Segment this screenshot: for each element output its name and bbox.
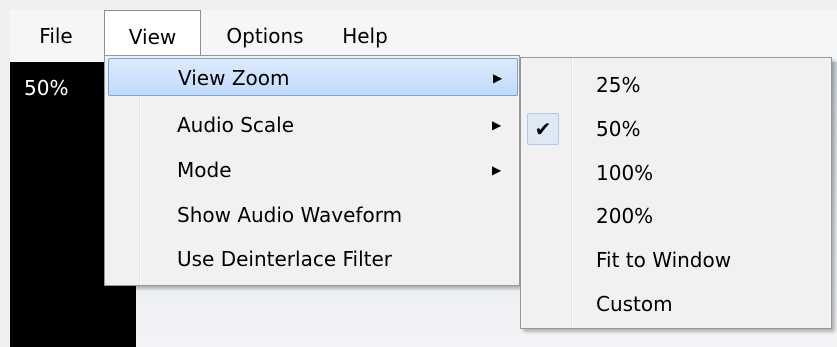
view-menu-item-show-audio-waveform[interactable]: Show Audio Waveform [108, 196, 518, 234]
menu-view-label: View [128, 25, 177, 49]
use-deinterlace-filter-label: Use Deinterlace Filter [177, 247, 393, 271]
zoom-option-fit-to-window[interactable]: Fit to Window [524, 241, 829, 279]
view-menu-item-view-zoom[interactable]: View Zoom ▶ [108, 58, 518, 96]
menu-file-label: File [39, 24, 73, 48]
menu-help-label: Help [342, 24, 388, 48]
zoom-option-fit-to-window-label: Fit to Window [596, 248, 732, 272]
zoom-option-25[interactable]: 25% [524, 66, 829, 104]
view-menu: View Zoom ▶ Audio Scale ▶ Mode ▶ Show Au… [104, 55, 520, 286]
zoom-option-100[interactable]: 100% [524, 154, 829, 192]
zoom-option-200[interactable]: 200% [524, 197, 829, 235]
zoom-option-200-label: 200% [596, 204, 654, 228]
mode-label: Mode [177, 158, 232, 182]
menu-options-label: Options [226, 24, 304, 48]
zoom-option-25-label: 25% [596, 73, 641, 97]
menu-file[interactable]: File [28, 10, 84, 62]
zoom-option-100-label: 100% [596, 161, 654, 185]
app-window: File View Options Help 50% View Zoom ▶ A… [0, 0, 837, 347]
zoom-option-custom-label: Custom [596, 292, 673, 316]
view-menu-item-mode[interactable]: Mode ▶ [108, 151, 518, 189]
view-menu-item-audio-scale[interactable]: Audio Scale ▶ [108, 106, 518, 144]
view-menu-item-use-deinterlace-filter[interactable]: Use Deinterlace Filter [108, 240, 518, 278]
show-audio-waveform-label: Show Audio Waveform [177, 203, 403, 227]
audio-scale-label: Audio Scale [177, 113, 295, 137]
view-zoom-label: View Zoom [178, 66, 290, 90]
submenu-arrow-icon: ▶ [492, 163, 502, 177]
view-zoom-submenu: 25% ✔ 50% 100% 200% Fit to Window Custom [520, 57, 832, 329]
zoom-option-50[interactable]: ✔ 50% [524, 110, 829, 148]
submenu-arrow-icon: ▶ [493, 71, 503, 85]
zoom-option-50-label: 50% [596, 117, 641, 141]
submenu-arrow-icon: ▶ [492, 118, 502, 132]
zoom-option-custom[interactable]: Custom [524, 285, 829, 323]
zoom-readout: 50% [24, 76, 69, 100]
checkmark-icon: ✔ [527, 113, 559, 145]
